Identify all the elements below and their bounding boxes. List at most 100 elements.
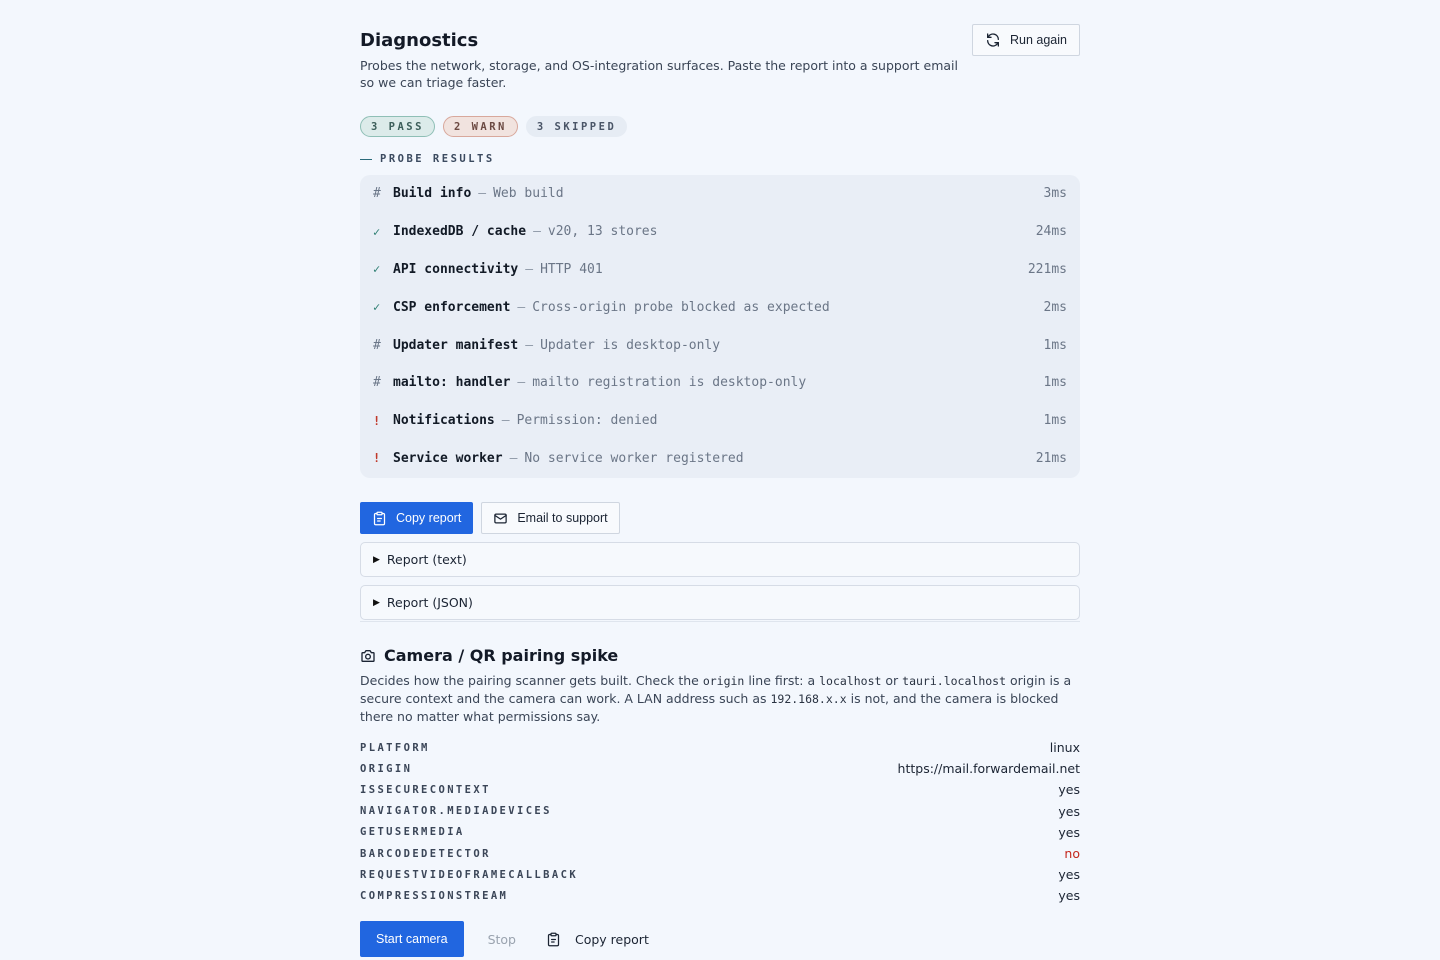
probe-row: # Updater manifest — Updater is desktop-… xyxy=(373,326,1067,364)
probe-duration: 3ms xyxy=(1043,186,1067,202)
section-heading: PROBE RESULTS xyxy=(360,153,495,165)
camera-copy-report-label: Copy report xyxy=(574,931,649,947)
probe-row: ✓ CSP enforcement — Cross-origin probe b… xyxy=(373,288,1067,326)
warning-icon: ! xyxy=(373,413,381,428)
warning-icon: ! xyxy=(373,451,381,466)
desc-text: line first: a xyxy=(744,673,820,688)
probe-separator: — xyxy=(525,337,534,353)
desc-code: tauri.localhost xyxy=(902,674,1007,688)
refresh-icon xyxy=(987,33,999,47)
probe-detail: No service worker registered xyxy=(524,450,744,466)
warn-badge: 2 WARN xyxy=(442,116,518,137)
probe-duration: 2ms xyxy=(1043,299,1067,315)
capability-key: GETUSERMEDIA xyxy=(360,826,465,839)
disclosure-triangle-icon: ▶ xyxy=(373,597,380,608)
capability-key: ORIGIN xyxy=(360,762,413,775)
probe-name: Build info xyxy=(393,186,472,202)
capability-key: NAVIGATOR.MEDIADEVICES xyxy=(360,805,552,818)
probe-row: # mailto: handler — mailto registration … xyxy=(373,364,1067,402)
probe-detail: mailto registration is desktop-only xyxy=(532,375,807,391)
email-support-button[interactable]: Email to support xyxy=(481,502,620,534)
probe-name: API connectivity xyxy=(393,261,519,277)
probe-duration: 1ms xyxy=(1043,413,1067,429)
probe-separator: — xyxy=(509,450,518,466)
capability-row: REQUESTVIDEOFRAMECALLBACK yes xyxy=(360,864,1080,885)
skipped-status-icon: # xyxy=(373,375,381,391)
camera-icon xyxy=(361,649,375,662)
probe-separator: — xyxy=(478,186,487,202)
page-header: Diagnostics Probes the network, storage,… xyxy=(360,24,1080,100)
probe-duration: 221ms xyxy=(1027,261,1067,277)
check-icon: ✓ xyxy=(373,300,381,315)
capability-row: BARCODEDETECTOR no xyxy=(360,843,1080,864)
probe-detail: Updater is desktop-only xyxy=(540,337,721,353)
report-text-label: Report (text) xyxy=(386,552,467,567)
divider xyxy=(360,621,1080,622)
page-title: Diagnostics xyxy=(360,30,479,51)
capability-row: PLATFORM linux xyxy=(360,737,1080,758)
probe-separator: — xyxy=(517,299,526,315)
capability-key: REQUESTVIDEOFRAMECALLBACK xyxy=(360,868,579,881)
probe-name: Updater manifest xyxy=(393,337,519,353)
capability-row: ORIGIN https://mail.forwardemail.net xyxy=(360,758,1080,779)
capability-value: yes xyxy=(1058,782,1080,798)
report-actions: Copy report Email to support xyxy=(360,502,620,534)
stop-button[interactable]: Stop xyxy=(470,921,534,957)
pass-badge: 3 PASS xyxy=(360,116,435,137)
run-again-label: Run again xyxy=(1010,33,1067,47)
skipped-status-icon: # xyxy=(373,186,381,202)
probe-separator: — xyxy=(525,261,534,277)
page-description: Probes the network, storage, and OS-inte… xyxy=(360,58,958,90)
probe-detail: v20, 13 stores xyxy=(547,224,658,240)
email-support-label: Email to support xyxy=(517,511,608,525)
probe-detail: HTTP 401 xyxy=(540,261,603,277)
probe-row: ✓ IndexedDB / cache — v20, 13 stores 24m… xyxy=(373,213,1067,251)
capability-key: COMPRESSIONSTREAM xyxy=(360,889,509,902)
probe-separator: — xyxy=(501,413,510,429)
probe-name: Service worker xyxy=(393,450,503,466)
probe-row: # Build info — Web build 3ms xyxy=(373,175,1067,213)
capability-key: BARCODEDETECTOR xyxy=(360,847,491,860)
section-label: PROBE RESULTS xyxy=(380,153,495,165)
capability-key: PLATFORM xyxy=(360,741,430,754)
probe-separator: — xyxy=(533,224,541,240)
disclosure-triangle-icon: ▶ xyxy=(373,554,380,565)
probe-duration: 21ms xyxy=(1035,450,1067,466)
section-dash xyxy=(360,158,372,160)
capability-value: no xyxy=(1064,846,1080,862)
run-again-button[interactable]: Run again xyxy=(972,24,1080,56)
desc-text: Decides how the pairing scanner gets bui… xyxy=(360,673,703,688)
probe-duration: 24ms xyxy=(1035,224,1067,240)
capability-value: yes xyxy=(1058,824,1080,840)
camera-section-heading: Camera / QR pairing spike xyxy=(360,646,618,665)
report-json-disclosure[interactable]: ▶ Report (JSON) xyxy=(360,585,1080,620)
probe-duration: 1ms xyxy=(1043,337,1067,353)
capability-table: PLATFORM linux ORIGIN https://mail.forwa… xyxy=(360,737,1080,907)
skipped-badge: 3 SKIPPED xyxy=(525,116,628,137)
capability-row: ISSECURECONTEXT yes xyxy=(360,779,1080,800)
probe-separator: — xyxy=(517,375,526,391)
copy-report-button[interactable]: Copy report xyxy=(360,502,474,534)
probe-duration: 1ms xyxy=(1043,375,1067,391)
clipboard-icon xyxy=(547,932,560,946)
check-icon: ✓ xyxy=(373,262,381,277)
capability-key: ISSECURECONTEXT xyxy=(360,783,491,796)
check-icon: ✓ xyxy=(373,224,381,239)
probe-name: Notifications xyxy=(393,413,495,429)
start-camera-button[interactable]: Start camera xyxy=(360,921,464,957)
capability-value: yes xyxy=(1058,867,1080,883)
clipboard-icon xyxy=(373,511,386,525)
camera-section-title: Camera / QR pairing spike xyxy=(384,646,619,665)
capability-row: GETUSERMEDIA yes xyxy=(360,822,1080,843)
mail-icon xyxy=(494,513,508,523)
probe-name: CSP enforcement xyxy=(393,299,511,315)
report-text-disclosure[interactable]: ▶ Report (text) xyxy=(360,542,1080,577)
probe-detail: Cross-origin probe blocked as expected xyxy=(532,299,830,315)
probe-row: ! Service worker — No service worker reg… xyxy=(373,440,1067,478)
probe-detail: Web build xyxy=(493,186,564,202)
camera-copy-report-button[interactable]: Copy report xyxy=(540,921,655,957)
desc-code: 192.168.x.x xyxy=(770,692,847,706)
capability-row: COMPRESSIONSTREAM yes xyxy=(360,885,1080,906)
skipped-status-icon: # xyxy=(373,337,381,353)
capability-value: yes xyxy=(1058,803,1080,819)
